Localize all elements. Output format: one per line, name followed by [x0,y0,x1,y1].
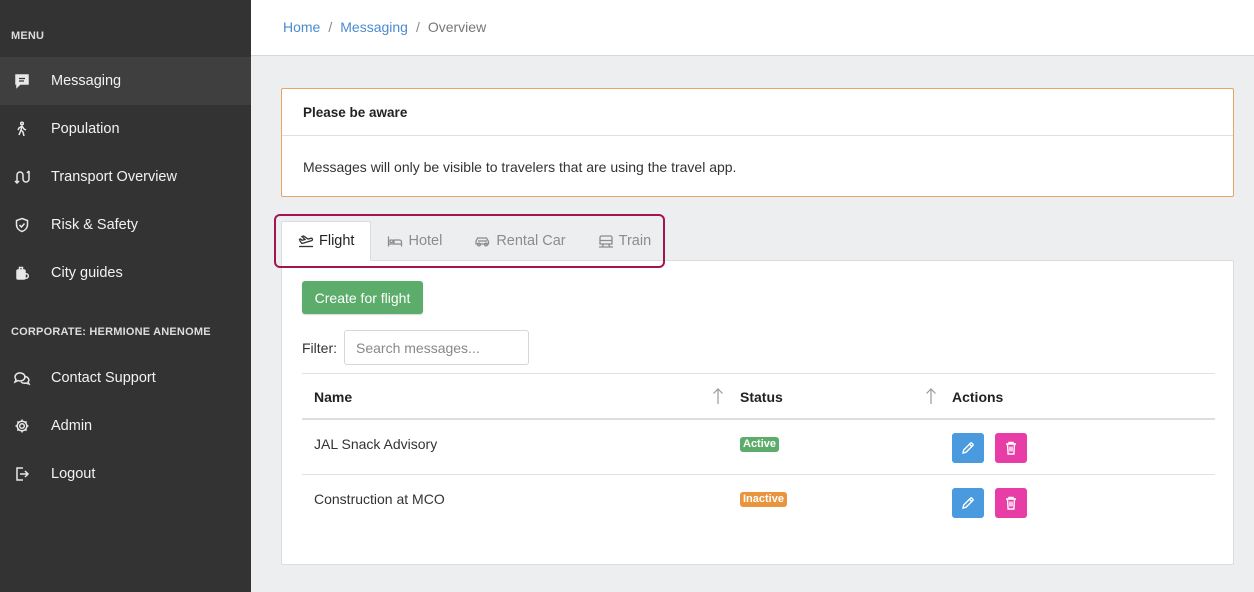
status-badge: Active [740,437,780,452]
alert-body: Messages will only be visible to travele… [303,158,737,175]
alert-title: Please be aware [282,89,1233,136]
sidebar-item-contact-support[interactable]: Contact Support [0,354,251,402]
trash-icon [1006,441,1016,455]
tab-rental-car[interactable]: Rental Car [458,221,581,261]
delete-button[interactable] [995,488,1027,518]
sidebar-item-logout[interactable]: Logout [0,450,251,498]
top-bar: Home / Messaging / Overview [251,0,1254,56]
sidebar-item-population[interactable]: Population [0,105,251,153]
create-for-flight-button[interactable]: Create for flight [302,281,423,314]
column-header-status[interactable]: Status [740,389,783,405]
sidebar-item-city-guides[interactable]: City guides [0,249,251,297]
awareness-alert: Please be aware Messages will only be vi… [281,88,1234,197]
pencil-icon [962,442,974,454]
shield-icon [12,215,32,235]
tab-flight[interactable]: Flight [281,221,372,261]
search-messages-input[interactable] [344,330,529,365]
edit-button[interactable] [952,433,984,463]
sidebar-item-label: Population [51,121,120,137]
sidebar-item-label: City guides [51,265,123,281]
walking-icon [12,119,32,139]
tab-train[interactable]: Train [582,221,668,261]
sidebar-item-label: Admin [51,418,93,434]
message-name: JAL Snack Advisory [314,436,438,452]
sidebar-item-messaging[interactable]: Messaging [0,57,251,105]
breadcrumb-current: Overview [427,19,487,35]
sidebar-item-label: Contact Support [51,370,156,386]
breadcrumb-separator: / [415,19,420,35]
car-icon [475,237,490,247]
chat-bubbles-icon [12,368,32,388]
logout-icon [12,464,32,484]
tab-hotel[interactable]: Hotel [371,221,458,261]
message-name: Construction at MCO [314,491,445,507]
sidebar-item-label: Risk & Safety [51,217,139,233]
sidebar-item-admin[interactable]: Admin [0,402,251,450]
tab-label: Train [618,233,652,249]
delete-button[interactable] [995,433,1027,463]
table-row: Construction at MCO Inactive [302,475,1215,530]
corporate-section-title: CORPORATE: HERMIONE ANENOME [11,326,211,338]
trash-icon [1006,496,1016,510]
transport-tabs: Flight Hotel Rental Car Train [281,221,667,261]
breadcrumb-home[interactable]: Home [283,19,320,35]
edit-button[interactable] [952,488,984,518]
gear-icon [12,416,32,436]
pencil-icon [962,497,974,509]
column-header-actions: Actions [952,389,1004,405]
plane-icon [298,235,314,248]
bed-icon [388,236,403,247]
sort-arrow-icon[interactable] [925,387,937,408]
sort-arrow-icon[interactable] [712,387,724,408]
menu-section-title: MENU [11,30,45,42]
sidebar-item-risk-safety[interactable]: Risk & Safety [0,201,251,249]
messages-panel: Create for flight Filter: Name Status Ac… [281,260,1234,565]
status-badge: Inactive [740,492,787,507]
message-icon [12,71,32,91]
table-row: JAL Snack Advisory Active [302,420,1215,475]
train-icon [598,235,613,248]
sidebar-item-label: Messaging [51,73,122,89]
tab-label: Rental Car [496,233,566,249]
sidebar-item-label: Transport Overview [51,169,177,185]
sidebar-item-label: Logout [51,466,96,482]
sidebar: MENU Messaging Population Transport Over… [0,0,251,592]
tab-label: Hotel [408,233,443,249]
breadcrumb-separator: / [328,19,333,35]
filter-label: Filter: [302,340,337,356]
breadcrumb-messaging[interactable]: Messaging [340,19,408,35]
messages-table: Name Status Actions JAL Snack Advisory A… [302,373,1215,530]
route-icon [12,167,32,187]
sidebar-item-transport-overview[interactable]: Transport Overview [0,153,251,201]
table-header: Name Status Actions [302,373,1215,420]
luggage-icon [12,263,32,283]
tab-label: Flight [319,233,355,249]
breadcrumb: Home / Messaging / Overview [283,19,486,35]
column-header-name[interactable]: Name [314,389,352,405]
